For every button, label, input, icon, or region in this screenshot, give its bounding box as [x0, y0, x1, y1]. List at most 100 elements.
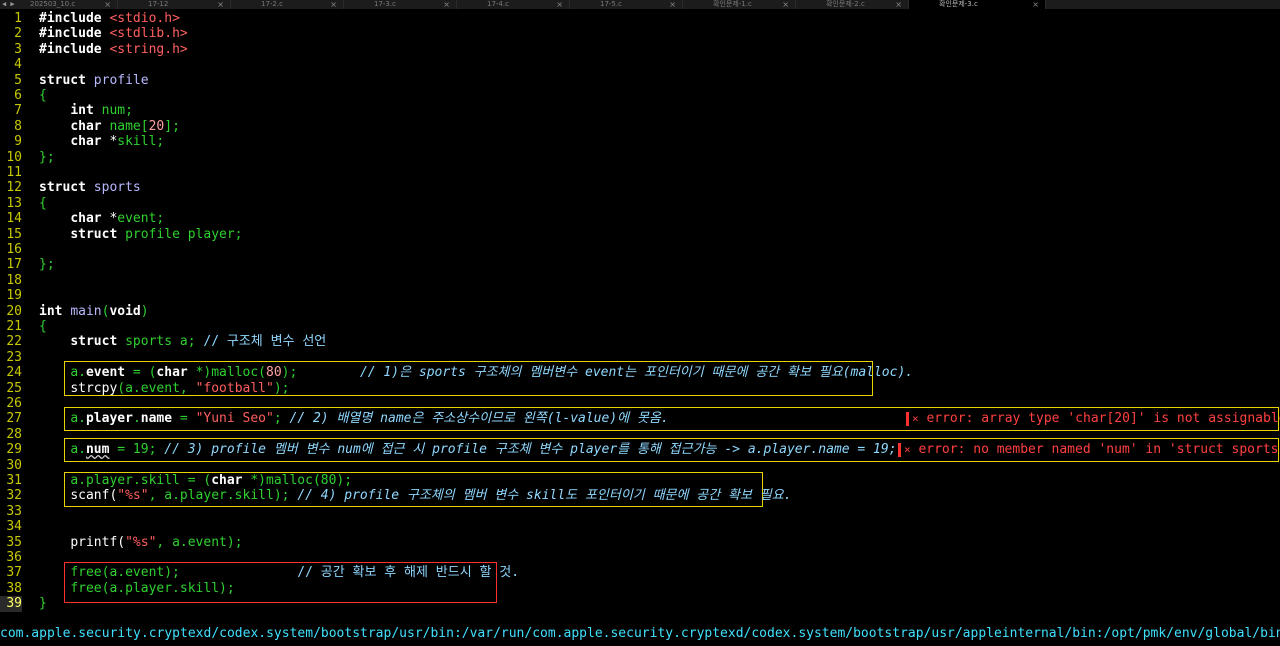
code-line: 12 struct sports: [0, 180, 1280, 195]
code-line: 34: [0, 519, 1280, 534]
code-line: 1 #include <stdio.h>: [0, 11, 1280, 26]
line-number: 11: [6, 165, 22, 180]
close-icon[interactable]: ×: [1032, 0, 1039, 9]
code-line: 11: [0, 165, 1280, 180]
code-token: strcpy(a.event, "football");: [39, 380, 290, 396]
code-token: int main(void): [39, 304, 149, 319]
code-line: 4: [0, 57, 1280, 72]
close-icon[interactable]: ×: [782, 0, 789, 9]
line-number: 16: [6, 242, 22, 257]
code-line: 16: [0, 242, 1280, 257]
code-token: char: [156, 365, 196, 381]
code-line: 26: [0, 396, 1280, 411]
code-line: 38 free(a.player.skill);: [0, 581, 1280, 596]
line-number: 3: [14, 41, 22, 57]
code-token: name[: [109, 118, 149, 134]
code-token: char *skill;: [39, 134, 164, 149]
error-text: error: array type 'char[20]' is not assi…: [926, 411, 1280, 426]
code-line: 10};: [0, 150, 1280, 165]
code-token: 20: [148, 118, 165, 134]
status-line: com.apple.security.cryptexd/codex.system…: [0, 626, 1280, 641]
error-annotation-1: × error: array type 'char[20]' is not as…: [906, 411, 1280, 427]
code-line: 8 char name[20];: [0, 119, 1280, 134]
close-icon[interactable]: ×: [443, 0, 450, 9]
code-token: a.: [70, 442, 86, 458]
code-token: skill;: [117, 134, 165, 150]
tab-label: 202503_10.c: [30, 0, 76, 8]
tab-practice-1[interactable]: 확인문제-1.c ×: [683, 0, 796, 9]
code-token: {: [39, 88, 47, 103]
code-token: event;: [117, 211, 165, 227]
code-token: a.event = (char *)malloc(80); // 1)은 spo…: [39, 365, 913, 380]
line-number: 12: [6, 180, 22, 196]
code-token: char: [70, 134, 102, 150]
code-token: scanf("%s", a.player.skill); // 4) profi…: [39, 488, 791, 504]
error-text: [906, 411, 909, 426]
code-line: 30: [0, 458, 1280, 473]
code-line: 28: [0, 427, 1280, 442]
code-token: char name[20];: [39, 119, 180, 134]
code-token: a.: [70, 365, 86, 381]
tab-practice-3[interactable]: 확인문제-3.c ×: [909, 0, 1046, 9]
line-number: 9: [14, 134, 22, 150]
code-token: }: [39, 596, 47, 612]
code-token: profile: [93, 72, 149, 88]
tab-label: 17-4.c: [487, 0, 509, 8]
code-token: a.player.name = "Yuni Seo"; // 2) 배열명 na…: [39, 411, 668, 427]
code-line: 33: [0, 504, 1280, 519]
line-number: 13: [6, 195, 22, 211]
code-line: 15 struct profile player;: [0, 227, 1280, 242]
tab-202503-10[interactable]: 202503_10.c ×: [0, 0, 118, 9]
code-token: "%s": [117, 488, 149, 504]
code-token: *)malloc(80);: [250, 473, 353, 488]
close-icon[interactable]: ×: [217, 0, 224, 9]
code-line: 7 int num;: [0, 103, 1280, 118]
close-icon[interactable]: ×: [669, 0, 676, 9]
close-icon[interactable]: ×: [104, 0, 111, 9]
code-line: 37 free(a.event); // 공간 확보 후 해제 반드시 할 것.: [0, 565, 1280, 580]
line-number: 7: [14, 103, 22, 119]
tab-17-5[interactable]: 17-5.c ×: [570, 0, 683, 9]
error-icon: ×: [904, 443, 911, 456]
code-token: // 구조체 변수 선언: [203, 334, 327, 350]
code-token: void: [109, 303, 141, 319]
tab-practice-2[interactable]: 확인문제-2.c ×: [796, 0, 909, 9]
close-icon[interactable]: ×: [556, 0, 563, 9]
line-number: 6: [14, 88, 22, 103]
tab-17-3[interactable]: 17-3.c ×: [344, 0, 457, 9]
code-token: event: [85, 365, 126, 381]
code-line: 24 a.event = (char *)malloc(80); // 1)은 …: [0, 365, 1280, 380]
error-text: [898, 442, 901, 457]
code-token: #include: [39, 26, 102, 42]
line-number: 5: [14, 72, 22, 88]
code-line: 31 a.player.skill = (char *)malloc(80);: [0, 473, 1280, 488]
code-token: = 19;: [109, 442, 165, 458]
code-line: 13 {: [0, 196, 1280, 211]
code-token: // 3) profile 멤버 변수 num에 접근 시 profile 구조…: [164, 442, 897, 458]
code-token: char: [70, 211, 102, 227]
close-icon[interactable]: ×: [330, 0, 337, 9]
code-token: struct: [70, 334, 118, 350]
line-number: 22: [6, 334, 22, 350]
line-number: 20: [6, 303, 22, 319]
code-token: );: [273, 380, 290, 396]
tab-17-2[interactable]: 17-2.c ×: [231, 0, 344, 9]
code-token: };: [39, 257, 55, 273]
code-line: 6{: [0, 88, 1280, 103]
code-line: 25 strcpy(a.event, "football");: [0, 381, 1280, 396]
line-number: 31: [6, 473, 22, 488]
tab-label: 17-3.c: [374, 0, 396, 8]
code-token: = (: [125, 365, 157, 381]
line-number: 15: [6, 226, 22, 242]
code-token: (a.event,: [117, 380, 196, 396]
tab-17-12[interactable]: 17-12 ×: [118, 0, 231, 9]
code-token: };: [39, 149, 55, 165]
line-number: 29: [6, 442, 22, 458]
tab-label: 17-5.c: [600, 0, 622, 8]
code-token: #include <stdlib.h>: [39, 26, 188, 41]
code-token: ;: [273, 411, 290, 427]
close-icon[interactable]: ×: [895, 0, 902, 9]
code-line: 35 printf("%s", a.event);: [0, 535, 1280, 550]
line-number: 14: [6, 211, 22, 227]
tab-17-4[interactable]: 17-4.c ×: [457, 0, 570, 9]
